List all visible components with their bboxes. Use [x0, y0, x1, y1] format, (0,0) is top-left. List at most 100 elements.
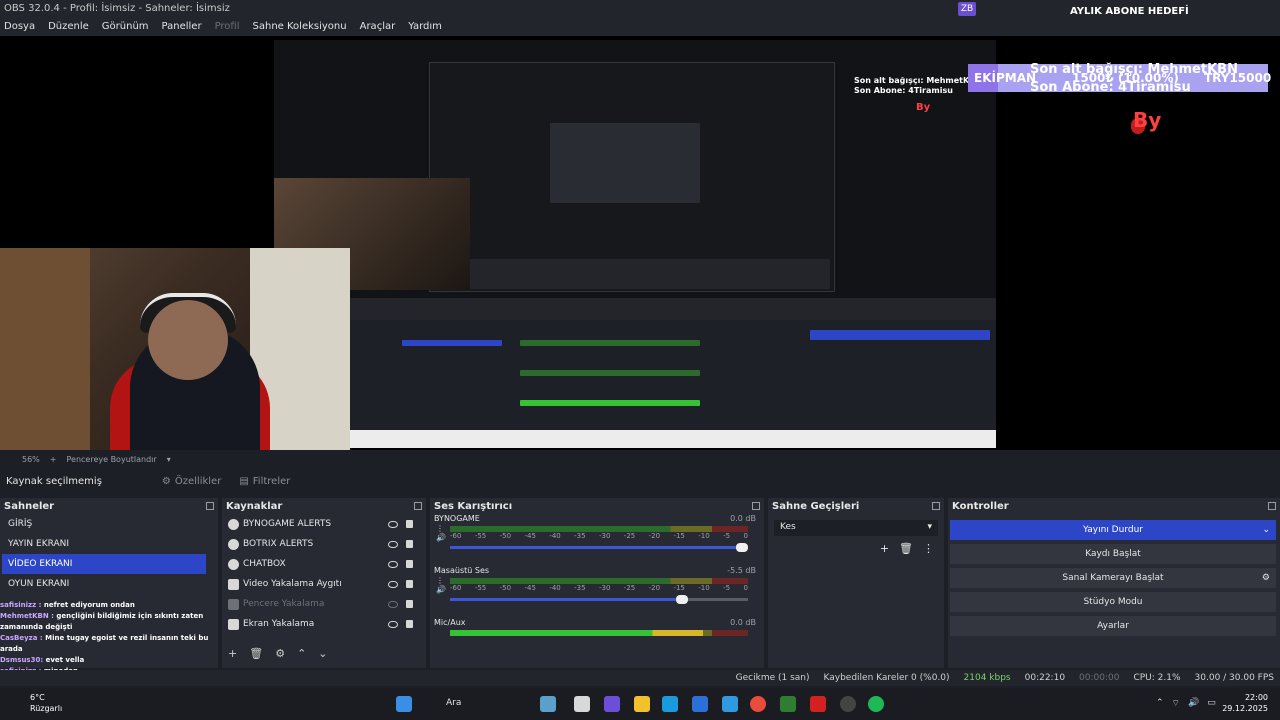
clock[interactable]: 22:00 29.12.2025: [1222, 692, 1268, 714]
menu-docks[interactable]: Paneller: [162, 21, 202, 32]
edge-icon[interactable]: [662, 696, 678, 712]
volume-slider[interactable]: [450, 543, 748, 552]
lock-icon[interactable]: [406, 540, 413, 548]
lock-icon[interactable]: [406, 560, 413, 568]
source-item[interactable]: CHATBOX: [222, 554, 426, 574]
last-donation-text: Son alt bağışçı: MehmetKBN: [1030, 62, 1238, 77]
gear-icon[interactable]: ⚙: [275, 647, 285, 660]
nested-obs-preview: [429, 62, 835, 292]
meter-tick-label: -55: [474, 532, 487, 540]
meter-tick-label: -40: [549, 584, 561, 592]
gear-icon[interactable]: ⚙: [1262, 573, 1270, 583]
folder-icon[interactable]: [634, 696, 650, 712]
meter-tick-label: -25: [623, 584, 636, 592]
chevron-down-icon[interactable]: ⌄: [1262, 525, 1270, 535]
undock-icon[interactable]: [1268, 502, 1276, 510]
stop-stream-button[interactable]: Yayını Durdur ⌄: [950, 520, 1276, 540]
nested-donation-text: Son alt bağışçı: MehmetKBN: [854, 76, 982, 85]
undock-icon[interactable]: [206, 502, 214, 510]
trash-icon[interactable]: 🗑: [899, 542, 913, 555]
chrome-icon[interactable]: [750, 696, 766, 712]
eye-icon[interactable]: [388, 540, 398, 548]
menu-scene-collection[interactable]: Sahne Koleksiyonu: [253, 21, 347, 32]
more-icon[interactable]: ⋮: [923, 542, 934, 555]
more-icon[interactable]: ⋮ 🔊: [436, 524, 446, 542]
sources-dock: Kaynaklar BYNOGAME ALERTS BOTRIX ALERTS …: [222, 498, 426, 668]
zoom-mode[interactable]: Pencereye Boyutlandır: [66, 455, 156, 464]
meter-tick-label: 0: [743, 584, 748, 592]
scene-item-oyun[interactable]: OYUN EKRANI: [2, 574, 206, 594]
start-recording-button[interactable]: Kaydı Başlat: [950, 544, 1276, 564]
meter-tick-label: -50: [499, 532, 512, 540]
meter-tick-label: -5: [723, 584, 731, 592]
app-icon[interactable]: [604, 696, 620, 712]
app-icon[interactable]: [780, 696, 796, 712]
source-item[interactable]: Pencere Yakalama: [222, 594, 426, 614]
task-view-icon[interactable]: [574, 696, 590, 712]
battery-icon[interactable]: ▭: [1207, 698, 1216, 709]
preview-canvas[interactable]: Son alt bağışçı: MehmetKBN Son Abone: 4T…: [0, 36, 1280, 450]
meter-ticks: -60 -55 -50 -45 -40 -35 -30 -25 -20 -15 -10 -5 0: [450, 584, 748, 592]
menu-help[interactable]: Yardım: [408, 21, 442, 32]
chevron-down-icon: ▾: [927, 522, 932, 532]
volume-icon[interactable]: 🔊: [1188, 698, 1199, 709]
app-icon[interactable]: [722, 696, 738, 712]
settings-button[interactable]: Ayarlar: [950, 616, 1276, 636]
eye-icon[interactable]: [388, 520, 398, 528]
eye-icon[interactable]: [388, 620, 398, 628]
network-icon[interactable]: ⌔: [1172, 698, 1180, 709]
menu-edit[interactable]: Düzenle: [48, 21, 89, 32]
youtube-icon[interactable]: [810, 696, 826, 712]
meter-ticks: -60 -55 -50 -45 -40 -35 -30 -25 -20 -15 -10 -5 0: [450, 532, 748, 540]
windows-start-icon[interactable]: [396, 696, 412, 712]
source-item[interactable]: BOTRIX ALERTS: [222, 534, 426, 554]
transition-select[interactable]: Kes ▾: [774, 520, 938, 536]
undock-icon[interactable]: [932, 502, 940, 510]
lock-icon[interactable]: [406, 620, 413, 628]
chat-message: CasBeyza : Mine tugay egoist ve rezil in…: [0, 634, 209, 653]
menu-profile[interactable]: Profil: [215, 21, 240, 32]
zoom-level[interactable]: 56%: [22, 455, 40, 464]
meter-tick-label: -40: [549, 532, 561, 540]
weather-widget[interactable]: 6°C Rüzgarlı: [30, 692, 62, 714]
browser-icon: [228, 538, 239, 550]
store-icon[interactable]: [692, 696, 708, 712]
app-icon[interactable]: [540, 696, 556, 712]
add-icon[interactable]: +: [880, 542, 889, 555]
start-virtual-camera-button[interactable]: Sanal Kamerayı Başlat ⚙: [950, 568, 1276, 588]
chevron-up-icon[interactable]: ⌃: [297, 647, 306, 660]
source-item[interactable]: Ekran Yakalama: [222, 614, 426, 634]
eye-hidden-icon[interactable]: [388, 600, 398, 608]
lock-icon[interactable]: [406, 520, 413, 528]
spotify-icon[interactable]: [868, 696, 884, 712]
menu-file[interactable]: Dosya: [4, 21, 35, 32]
chevron-down-icon[interactable]: ⌄: [318, 647, 327, 660]
source-item[interactable]: Video Yakalama Aygıtı: [222, 574, 426, 594]
source-item[interactable]: BYNOGAME ALERTS: [222, 514, 426, 534]
scene-item-yayin[interactable]: YAYIN EKRANI: [2, 534, 206, 554]
properties-button[interactable]: ⚙ Özellikler: [162, 476, 221, 487]
scene-item-giris[interactable]: GİRİŞ: [2, 514, 206, 534]
filter-icon: ▤: [239, 475, 249, 487]
zoom-plus-icon[interactable]: +: [50, 455, 57, 464]
studio-mode-button[interactable]: Stüdyo Modu: [950, 592, 1276, 612]
lock-icon[interactable]: [406, 580, 413, 588]
more-icon[interactable]: ⋮ 🔊: [436, 576, 446, 594]
eye-icon[interactable]: [388, 580, 398, 588]
chevron-down-icon[interactable]: ▾: [167, 455, 171, 464]
controls-title: Kontroller: [952, 500, 1009, 512]
filters-button[interactable]: ▤ Filtreler: [239, 476, 290, 487]
lock-icon[interactable]: [406, 600, 413, 608]
bitrate: 2104 kbps: [963, 673, 1011, 683]
undock-icon[interactable]: [752, 502, 760, 510]
obs-icon[interactable]: [840, 696, 856, 712]
volume-slider[interactable]: [450, 595, 748, 604]
undock-icon[interactable]: [414, 502, 422, 510]
trash-icon[interactable]: 🗑: [249, 647, 263, 660]
scene-item-video[interactable]: VİDEO EKRANI: [2, 554, 206, 574]
menu-tools[interactable]: Araçlar: [360, 21, 396, 32]
menu-view[interactable]: Görünüm: [102, 21, 149, 32]
volume-meter: [450, 630, 748, 636]
chevron-up-icon[interactable]: ⌃: [1156, 698, 1164, 709]
eye-icon[interactable]: [388, 560, 398, 568]
